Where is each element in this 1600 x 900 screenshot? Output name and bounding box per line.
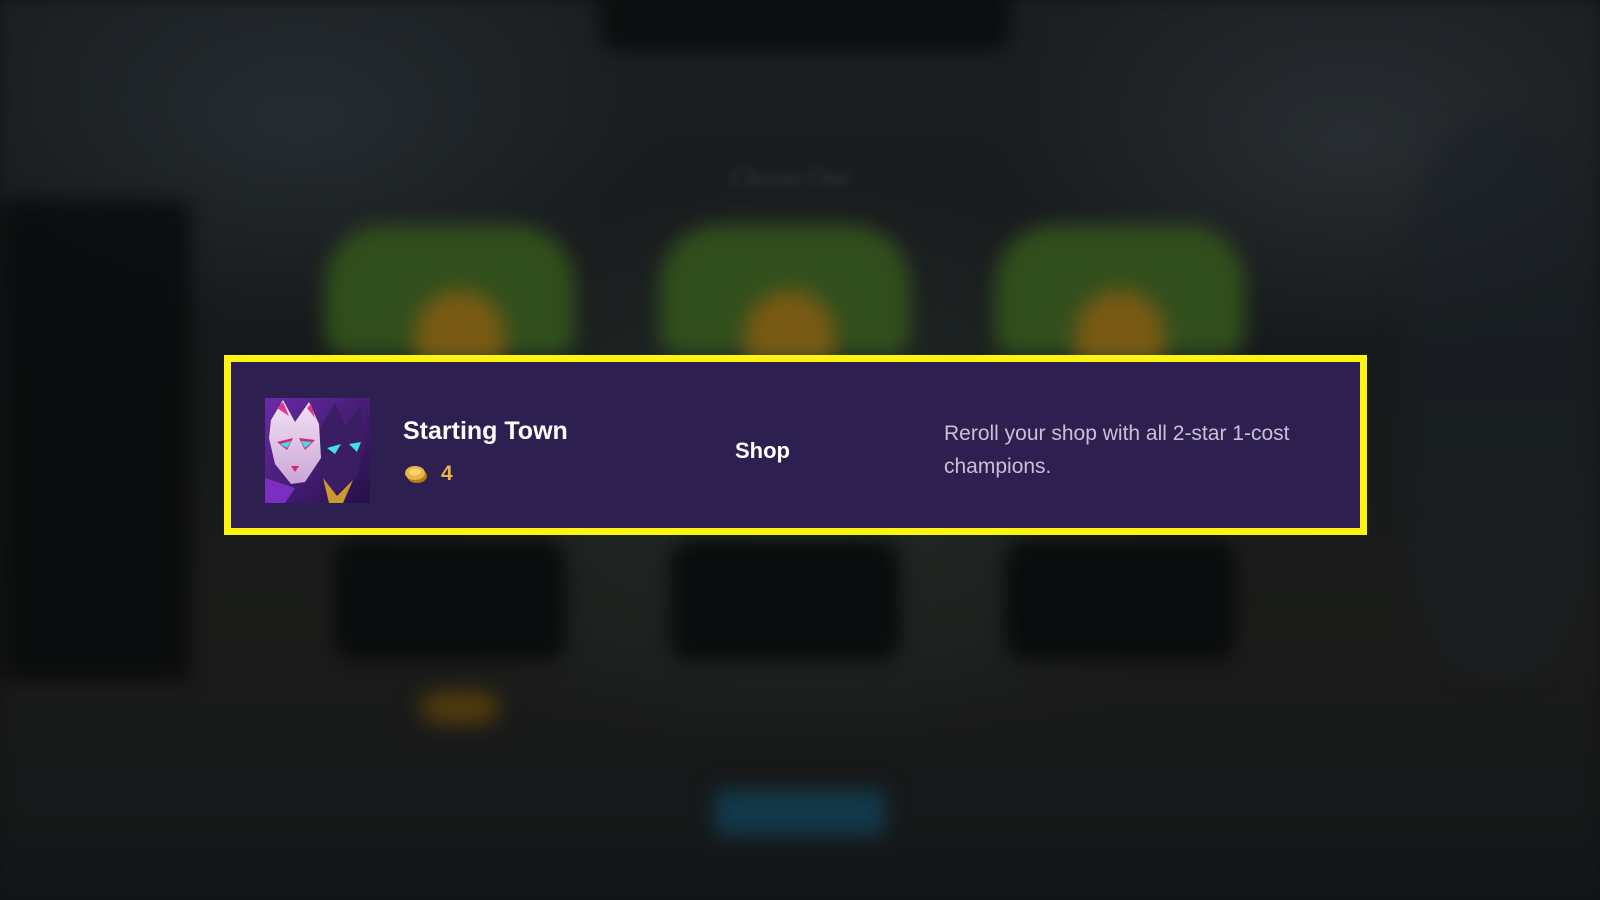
augment-category: Shop [735,438,790,463]
augment-highlight-card[interactable]: Starting Town 4 Shop Reroll your shop wi… [224,355,1367,535]
augment-cost: 4 [441,462,453,485]
augment-name: Starting Town [403,417,568,445]
cost-row: 4 [403,459,453,489]
augment-description: Reroll your shop with all 2-star 1-cost … [944,422,1290,478]
gold-coin-icon [405,466,427,483]
champion-portrait-icon [265,398,370,503]
